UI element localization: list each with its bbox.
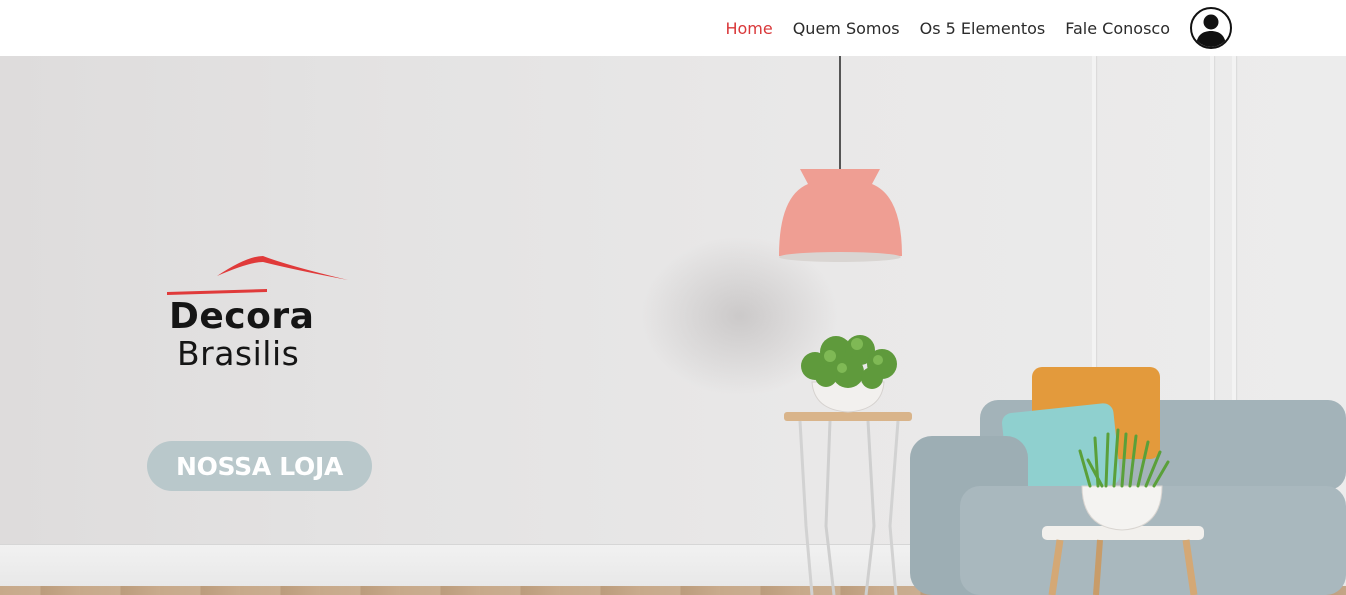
decora-brasilis-logo[interactable]: Decora Brasilis xyxy=(165,252,355,373)
nav-quem-somos[interactable]: Quem Somos xyxy=(783,19,910,38)
nav-fale-conosco[interactable]: Fale Conosco xyxy=(1055,19,1180,38)
nossa-loja-button[interactable]: NOSSA LOJA xyxy=(147,441,372,491)
nav-home[interactable]: Home xyxy=(715,19,782,38)
roof-icon xyxy=(167,256,348,295)
logo-text-brasilis: Brasilis xyxy=(177,334,300,373)
pendant-lamp-shade xyxy=(779,169,902,256)
navbar: Home Quem Somos Os 5 Elementos Fale Cono… xyxy=(0,0,1346,56)
logo-text-decora: Decora xyxy=(169,296,315,337)
plant-leaves xyxy=(801,335,897,389)
pendant-lamp-rim xyxy=(779,252,901,262)
user-silhouette-icon xyxy=(1196,14,1226,47)
side-table-top xyxy=(784,412,912,421)
user-avatar-icon[interactable] xyxy=(1190,7,1232,49)
nav-menu: Home Quem Somos Os 5 Elementos Fale Cono… xyxy=(715,0,1232,56)
hero-banner: Decora Brasilis NOSSA LOJA xyxy=(0,56,1346,595)
nav-os-5-elementos[interactable]: Os 5 Elementos xyxy=(910,19,1056,38)
